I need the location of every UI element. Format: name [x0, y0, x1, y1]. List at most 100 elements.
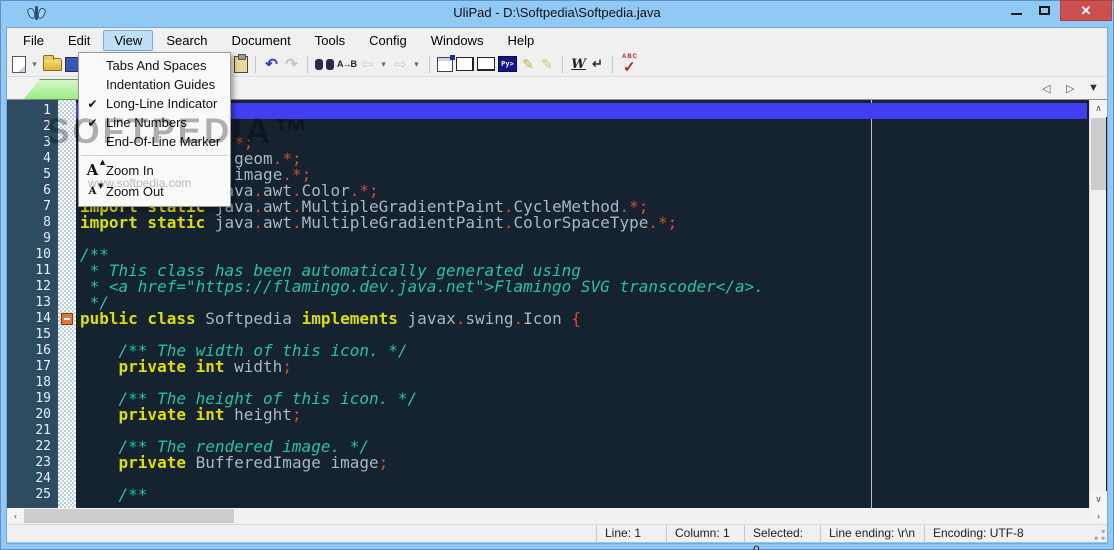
menu-item-long-line-indicator[interactable]: ✔ Long-Line Indicator: [79, 94, 230, 113]
line-number: 20: [35, 407, 51, 422]
spell-check-button[interactable]: ABC ✓: [620, 54, 641, 76]
toolbar-separator: [255, 55, 256, 73]
minimize-button[interactable]: [1003, 0, 1029, 21]
code-line[interactable]: [76, 471, 1087, 487]
menu-item-windows[interactable]: Windows: [420, 30, 495, 51]
menu-item-label: Indentation Guides: [106, 77, 216, 92]
fold-collapse-icon[interactable]: [61, 313, 73, 325]
code-line[interactable]: [76, 231, 1087, 247]
python-console-button[interactable]: Py>: [498, 56, 517, 72]
menu-item-tabs-and-spaces[interactable]: Tabs And Spaces: [79, 56, 230, 75]
menu-item-end-of-line-marker[interactable]: End-Of-Line Marker: [79, 132, 230, 151]
line-number: 11: [35, 263, 51, 278]
maximize-icon: [1038, 6, 1050, 15]
menu-item-line-numbers[interactable]: ✔ Line Numbers: [79, 113, 230, 132]
menu-bar: File Edit View Search Document Tools Config Win…: [7, 28, 1107, 52]
code-line[interactable]: private int height;: [76, 407, 1087, 423]
tab-scroll-right-icon[interactable]: ▷: [1066, 82, 1074, 95]
document-properties-button[interactable]: [437, 54, 455, 72]
menu-item-config[interactable]: Config: [358, 30, 418, 51]
menu-item-view[interactable]: View: [103, 29, 154, 51]
zoom-out-icon: A ▼: [88, 181, 104, 197]
line-number-gutter: 1 2 3 4 5 6 7 8 9 10 11 12 13 14 15 16 17 18 19 20 21 22 23 24 2…: [7, 100, 58, 508]
new-file-button[interactable]: [12, 55, 26, 73]
zoom-in-icon: A ▲: [86, 158, 106, 179]
resize-grip[interactable]: [1092, 526, 1106, 541]
replace-button[interactable]: A→B: [337, 54, 357, 74]
line-number: 5: [43, 167, 51, 182]
menu-item-search[interactable]: Search: [155, 30, 218, 51]
edit-snippet-button[interactable]: ✎: [520, 54, 536, 74]
minimize-icon: [1010, 12, 1022, 15]
checkmark-icon: ✔: [87, 96, 98, 111]
line-number: 4: [43, 151, 51, 166]
split-horizontal-button[interactable]: [477, 57, 495, 71]
menu-item-file[interactable]: File: [12, 30, 55, 51]
word-wrap-button[interactable]: W: [570, 54, 587, 74]
open-file-button[interactable]: [43, 54, 62, 71]
scroll-down-icon[interactable]: ∨: [1090, 491, 1107, 508]
code-line[interactable]: public class Softpedia implements javax.…: [76, 311, 1087, 327]
menu-item-document[interactable]: Document: [221, 30, 302, 51]
go-forward-dropdown[interactable]: ▾: [411, 54, 422, 74]
tab-list-icon[interactable]: ▼: [1088, 82, 1099, 94]
line-number: 1: [43, 103, 51, 118]
line-number: 12: [35, 279, 51, 294]
code-line[interactable]: * <a href="https://flamingo.dev.java.net…: [76, 279, 1087, 295]
line-number: 13: [35, 295, 51, 310]
toolbar-separator: [562, 55, 563, 73]
line-number: 17: [35, 359, 51, 374]
code-line[interactable]: /**: [76, 487, 1087, 503]
menu-item-zoom-in[interactable]: A ▲ Zoom In: [79, 158, 230, 181]
toolbar-separator: [612, 55, 613, 73]
horizontal-scrollbar-thumb[interactable]: [24, 509, 234, 523]
line-wrap-button[interactable]: ↵: [590, 54, 605, 74]
vertical-scrollbar[interactable]: ∧ ∨: [1089, 100, 1107, 508]
tab-scroll-left-icon[interactable]: ◁: [1042, 82, 1050, 95]
scroll-right-icon[interactable]: ›: [1090, 508, 1107, 524]
line-number: 15: [35, 327, 51, 342]
line-number: 21: [35, 423, 51, 438]
paste-button[interactable]: [234, 53, 248, 73]
edit-tag-button[interactable]: ✎: [539, 54, 555, 74]
line-number: 3: [43, 135, 51, 150]
maximize-button[interactable]: [1031, 0, 1057, 21]
line-number: 14: [35, 311, 51, 326]
status-line: Line: 1: [596, 525, 666, 542]
code-line[interactable]: private int width;: [76, 359, 1087, 375]
menu-item-help[interactable]: Help: [496, 30, 545, 51]
find-button[interactable]: [315, 57, 334, 71]
menu-item-label: Zoom Out: [106, 184, 164, 199]
horizontal-scrollbar[interactable]: ‹ ›: [7, 508, 1107, 524]
title-bar[interactable]: UliPad - D:\Softpedia\Softpedia.java ✕: [0, 0, 1114, 28]
menu-item-indentation-guides[interactable]: Indentation Guides: [79, 75, 230, 94]
new-file-dropdown[interactable]: ▾: [29, 54, 40, 74]
line-number: 8: [43, 215, 51, 230]
close-button[interactable]: ✕: [1060, 0, 1112, 21]
code-line[interactable]: import static java.awt.MultipleGradientP…: [76, 215, 1087, 231]
go-back-button[interactable]: ⇦: [359, 54, 375, 74]
split-vertical-button[interactable]: [456, 57, 474, 71]
line-number: 16: [35, 343, 51, 358]
menu-item-tools[interactable]: Tools: [304, 30, 356, 51]
menu-item-label: Zoom In: [106, 163, 154, 178]
go-back-dropdown[interactable]: ▾: [378, 54, 389, 74]
line-number: 22: [35, 439, 51, 454]
window-title: UliPad - D:\Softpedia\Softpedia.java: [453, 5, 661, 20]
toolbar-separator: [429, 55, 430, 73]
undo-button[interactable]: ↶: [263, 54, 280, 74]
line-number: 18: [35, 375, 51, 390]
redo-button[interactable]: ↷: [283, 54, 300, 74]
line-number: 7: [43, 199, 51, 214]
code-line[interactable]: private BufferedImage image;: [76, 455, 1087, 471]
menu-item-label: Long-Line Indicator: [106, 96, 218, 111]
status-line-ending: Line ending: \r\n: [820, 525, 924, 542]
menu-item-zoom-out[interactable]: A ▼ Zoom Out: [79, 181, 230, 202]
view-dropdown-menu: Tabs And Spaces Indentation Guides ✔ Long-L…: [78, 52, 231, 207]
fold-guide-line: [66, 326, 67, 508]
menu-item-edit[interactable]: Edit: [57, 30, 101, 51]
scroll-left-icon[interactable]: ‹: [7, 508, 24, 524]
vertical-scrollbar-thumb[interactable]: [1091, 118, 1106, 190]
go-forward-button[interactable]: ⇨: [392, 54, 408, 74]
scroll-up-icon[interactable]: ∧: [1090, 100, 1107, 117]
